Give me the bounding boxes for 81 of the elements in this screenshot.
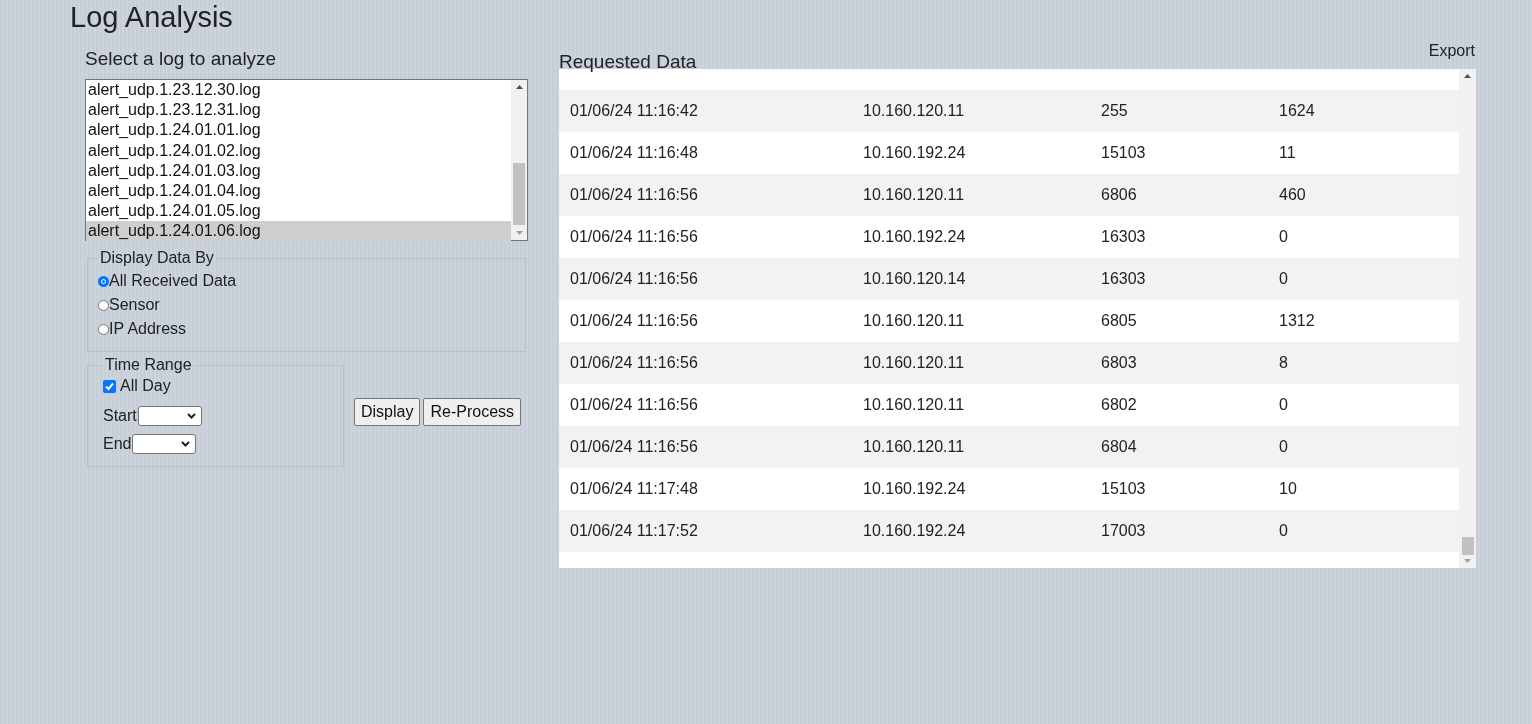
radio-button[interactable]: [98, 275, 109, 287]
radio-button[interactable]: [98, 299, 109, 311]
table-cell-text: 10.160.120.11: [863, 396, 966, 414]
table-cell-text: 01/06/24 11:16:56: [570, 396, 699, 414]
table-cell-text: 01/06/24 11:16:56: [570, 438, 699, 456]
page-title: Log Analysis: [70, 0, 234, 34]
export-link[interactable]: Export: [1428, 42, 1475, 60]
table-cell-text: 10.160.192.24: [863, 228, 967, 246]
table-cell-text: 6806: [1101, 186, 1138, 204]
scroll-up-arrow-icon[interactable]: [1464, 74, 1471, 78]
table-cell-text: 0: [1279, 522, 1289, 540]
chevron-down-icon: [181, 441, 191, 447]
scrollbar-thumb[interactable]: [1461, 537, 1474, 555]
radio-button[interactable]: [98, 323, 109, 335]
group-legend: Display Data By: [98, 249, 216, 267]
table-cell-text: 6805: [1101, 312, 1138, 330]
chevron-down-icon: [186, 413, 196, 419]
table-cell-text: 10.160.192.24: [863, 522, 967, 540]
table-cell-text: 01/06/24 11:17:52: [570, 522, 699, 540]
log-list-item[interactable]: alert_udp.1.24.01.03.log: [86, 160, 511, 181]
table-cell-text: 255: [1101, 102, 1129, 120]
table-cell-text: 6804: [1101, 438, 1138, 456]
action-button[interactable]: Re-Process: [423, 397, 522, 426]
radio-label: Sensor: [109, 295, 160, 315]
table-cell-text: 01/06/24 11:16:56: [570, 312, 699, 330]
table-cell-text: 460: [1279, 186, 1307, 204]
scrollbar-thumb[interactable]: [513, 163, 525, 225]
table-cell-text: 01/06/24 11:16:56: [570, 270, 699, 288]
table-cell-text: 01/06/24 11:16:42: [570, 102, 699, 120]
table-cell-text: 11: [1279, 144, 1297, 162]
log-list-item[interactable]: alert_udp.1.24.01.06.log: [86, 221, 511, 242]
log-list-item[interactable]: alert_udp.1.23.12.30.log: [86, 80, 511, 101]
table-cell-text: 01/06/24 11:17:48: [570, 480, 699, 498]
log-list-item[interactable]: alert_udp.1.23.12.31.log: [86, 100, 511, 121]
table-cell-text: 6803: [1101, 354, 1138, 372]
table-cell-text: 1312: [1279, 312, 1316, 330]
table-cell-text: 10.160.120.11: [863, 186, 966, 204]
table-cell-text: 01/06/24 11:16:48: [570, 144, 699, 162]
table-cell-text: 15103: [1101, 144, 1147, 162]
log-listbox[interactable]: alert_udp.1.23.12.30.log alert_udp.1.23.12.31.log alert_udp.1.24.01.01.log alert_udp.1.24.01.02.log alert_udp.1.24.01.03.log alert_udp.1.24.01.04.log alert_udp.1.24.01.05.log alert_udp.1.24.01.06.log: [85, 79, 528, 241]
log-list-item[interactable]: alert_udp.1.24.01.01.log: [86, 120, 511, 141]
table-cell-text: 10.160.192.24: [863, 480, 967, 498]
radio-label: IP Address: [109, 319, 187, 339]
table-cell-text: 0: [1279, 438, 1289, 456]
radio-label: All Received Data: [109, 271, 237, 291]
section-title: Requested Data: [559, 51, 697, 73]
scroll-up-arrow-icon[interactable]: [515, 85, 523, 89]
table-cell-text: 16303: [1101, 228, 1147, 246]
table-cell-text: 8: [1279, 354, 1289, 372]
field-label: End: [103, 435, 132, 453]
dropdown[interactable]: [137, 406, 202, 426]
log-list-item[interactable]: alert_udp.1.24.01.05.log: [86, 201, 511, 222]
action-button[interactable]: Display: [354, 397, 421, 426]
table-cell-text: 01/06/24 11:16:56: [570, 354, 699, 372]
table-cell-text: 10: [1279, 480, 1298, 498]
scroll-down-arrow-icon[interactable]: [1464, 559, 1471, 563]
table-cell-text: 6802: [1101, 396, 1138, 414]
table-cell-text: 10.160.120.11: [863, 354, 966, 372]
table-cell-text: 01/06/24 11:16:56: [570, 186, 699, 204]
group-legend: Time Range: [103, 356, 194, 374]
table-cell-text: 0: [1279, 228, 1289, 246]
log-list-item[interactable]: alert_udp.1.24.01.04.log: [86, 181, 511, 202]
checkbox[interactable]: [103, 379, 116, 393]
table-cell-text: 10.160.192.24: [863, 144, 967, 162]
table-cell-text: 15103: [1101, 480, 1147, 498]
table-cell-text: 16303: [1101, 270, 1147, 288]
table-cell-text: 10.160.120.11: [863, 312, 966, 330]
table-cell-text: 1624: [1279, 102, 1316, 120]
table-cell-text: 10.160.120.11: [863, 438, 966, 456]
table-cell-text: 10.160.120.11: [863, 102, 966, 120]
section-label: Select a log to analyze: [85, 48, 278, 70]
table-cell-text: 17003: [1101, 522, 1147, 540]
field-label: Start: [103, 407, 137, 425]
log-list-item[interactable]: alert_udp.1.24.01.02.log: [86, 140, 511, 161]
scroll-down-arrow-icon[interactable]: [515, 231, 523, 235]
table-cell-text: 0: [1279, 270, 1289, 288]
checkbox-label: All Day: [120, 376, 171, 396]
table-cell-text: 10.160.120.14: [863, 270, 967, 288]
table-cell-text: 01/06/24 11:16:56: [570, 228, 699, 246]
table-cell-text: 0: [1279, 396, 1289, 414]
dropdown[interactable]: [132, 434, 197, 454]
